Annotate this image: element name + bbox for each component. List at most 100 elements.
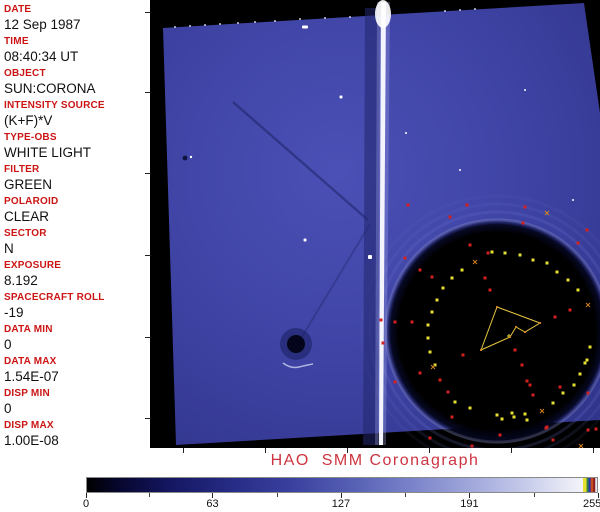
colorbar-tick-label: 63	[206, 498, 218, 510]
field-label: DATA MAX	[4, 355, 150, 368]
yellow-grid-dot	[519, 254, 522, 257]
colorbar-minor-tick	[149, 493, 150, 497]
yellow-grid-dot	[511, 412, 514, 415]
ghost-spot	[287, 335, 305, 353]
frame-tick	[183, 448, 184, 453]
field-label: SECTOR	[4, 227, 150, 240]
metadata-field: EXPOSURE8.192	[4, 259, 150, 291]
polygon-vertex-marker	[496, 306, 498, 308]
field-value: 12 Sep 1987	[4, 16, 150, 33]
yellow-grid-dot	[427, 337, 430, 340]
metadata-field: INTENSITY SOURCE(K+F)*V	[4, 99, 150, 131]
frame-tick	[511, 448, 512, 453]
field-label: DISP MAX	[4, 419, 150, 432]
red-grid-dot	[559, 386, 562, 389]
metadata-field: OBJECTSUN:CORONA	[4, 67, 150, 99]
red-grid-dot	[595, 428, 598, 431]
yellow-grid-dot	[546, 262, 549, 265]
edge-speckle	[444, 10, 446, 12]
yellow-grid-dot	[429, 351, 432, 354]
yellow-grid-dot	[562, 392, 565, 395]
metadata-field: FILTERGREEN	[4, 163, 150, 195]
red-grid-dot	[586, 229, 589, 232]
red-grid-dot	[419, 372, 422, 375]
edge-speckle	[189, 25, 191, 27]
yellow-grid-dot	[442, 287, 445, 290]
field-label: EXPOSURE	[4, 259, 150, 272]
red-grid-dot	[411, 321, 414, 324]
field-value: (K+F)*V	[4, 112, 150, 129]
yellow-grid-dot	[451, 277, 454, 280]
field-value: 1.54E-07	[4, 368, 150, 385]
frame-tick	[265, 448, 266, 453]
colorbar-minor-tick	[534, 493, 535, 497]
star	[405, 132, 407, 134]
field-value: 8.192	[4, 272, 150, 289]
metadata-field: POLAROIDCLEAR	[4, 195, 150, 227]
yellow-grid-dot	[577, 289, 580, 292]
dust-speck	[183, 156, 188, 161]
metadata-field: DATE12 Sep 1987	[4, 3, 150, 35]
edge-speckle	[299, 18, 301, 20]
field-value: WHITE LIGHT	[4, 144, 150, 161]
star	[572, 199, 574, 201]
field-label: OBJECT	[4, 67, 150, 80]
red-grid-dot	[439, 379, 442, 382]
red-grid-dot	[546, 426, 549, 429]
yellow-grid-dot	[586, 359, 589, 362]
yellow-grid-dot	[454, 401, 457, 404]
red-grid-dot	[449, 216, 452, 219]
red-grid-dot	[587, 392, 590, 395]
colorbar-gradient	[86, 477, 598, 493]
polygon-vertex-marker	[515, 326, 517, 328]
field-label: SPACECRAFT ROLL	[4, 291, 150, 304]
yellow-grid-dot	[567, 279, 570, 282]
red-grid-dot	[404, 257, 407, 260]
colorbar-tick-label: 255	[583, 498, 600, 510]
star	[459, 169, 461, 171]
yellow-grid-dot	[556, 271, 559, 274]
field-value: 0	[4, 400, 150, 417]
red-grid-dot	[569, 309, 572, 312]
frame-tick	[145, 255, 151, 256]
yellow-grid-dot	[552, 402, 555, 405]
frame-tick	[429, 448, 430, 453]
field-value: 1.00E-08	[4, 432, 150, 449]
red-grid-dot	[382, 342, 385, 345]
polygon-vertex-marker	[539, 322, 541, 324]
field-value: 08:40:34 UT	[4, 48, 150, 65]
red-grid-dot	[466, 204, 469, 207]
image-title: HAO SMM Coronagraph	[150, 452, 600, 470]
yellow-grid-dot	[504, 252, 507, 255]
yellow-grid-dot	[532, 259, 535, 262]
edge-speckle	[174, 26, 176, 28]
metadata-field: SECTORN	[4, 227, 150, 259]
yellow-grid-dot	[573, 384, 576, 387]
yellow-grid-dot	[427, 324, 430, 327]
yellow-grid-dot	[496, 414, 499, 417]
field-value: 0	[4, 336, 150, 353]
star	[524, 89, 526, 91]
yellow-grid-dot	[579, 373, 582, 376]
colorbar-tick-label: 0	[83, 498, 89, 510]
field-label: DATE	[4, 3, 150, 16]
edge-speckle	[219, 23, 221, 25]
colorbar-tick-label: 127	[332, 498, 350, 510]
pylon-tip-flare	[375, 0, 391, 28]
yellow-grid-dot	[589, 346, 592, 349]
yellow-grid-dot	[584, 362, 587, 365]
field-label: POLAROID	[4, 195, 150, 208]
yellow-grid-dot	[491, 251, 494, 254]
star	[340, 96, 343, 99]
red-grid-dot	[552, 439, 555, 442]
red-grid-dot	[447, 391, 450, 394]
frame-tick	[145, 12, 151, 13]
red-grid-dot	[514, 349, 517, 352]
metadata-field: DATA MIN0	[4, 323, 150, 355]
field-label: INTENSITY SOURCE	[4, 99, 150, 112]
red-grid-dot	[577, 242, 580, 245]
red-grid-dot	[471, 445, 474, 448]
red-grid-dot	[487, 252, 490, 255]
field-value: SUN:CORONA	[4, 80, 150, 97]
edge-speckle	[324, 17, 326, 19]
